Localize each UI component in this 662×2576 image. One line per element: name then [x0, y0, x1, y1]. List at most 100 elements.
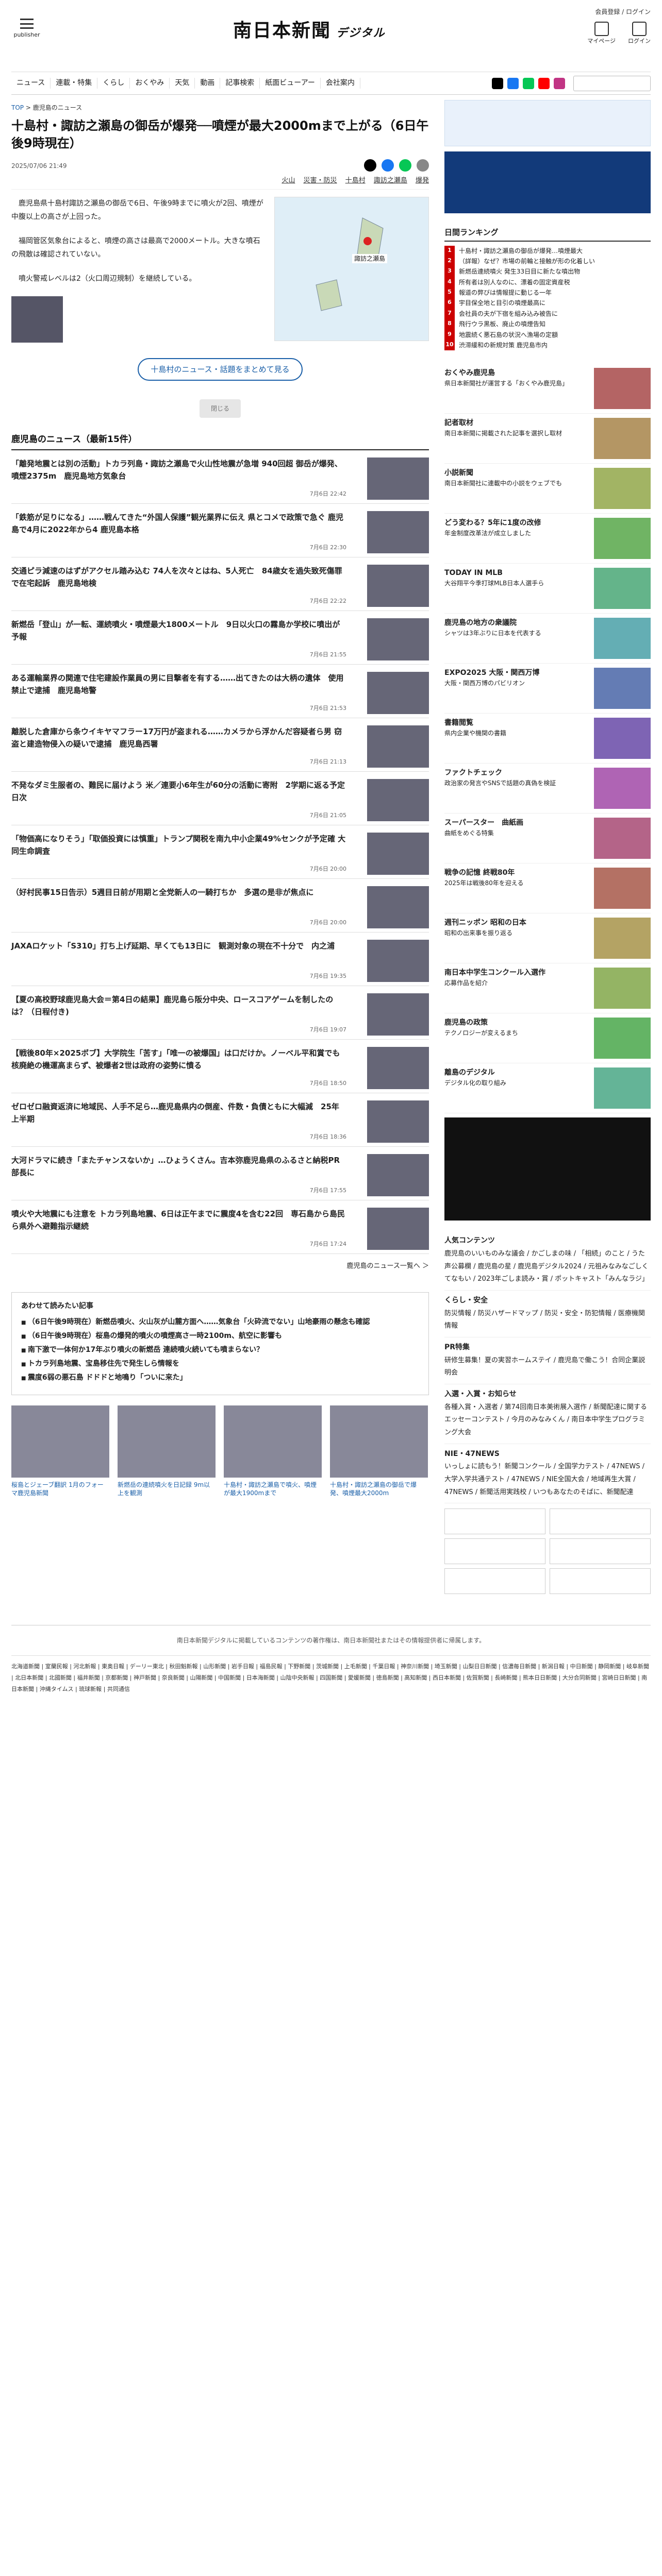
feature-block[interactable]: 離島のデジタル デジタル化の取り組み: [444, 1063, 651, 1114]
recommend-card[interactable]: 新燃岳の連続噴火を日記録 9m以上を観測: [118, 1405, 216, 1498]
login-button[interactable]: ログイン: [628, 22, 651, 46]
video-player[interactable]: [444, 1117, 651, 1221]
banner[interactable]: [444, 1538, 545, 1565]
banner[interactable]: [550, 1509, 651, 1535]
recommend-card[interactable]: 十島村・諏訪之瀬島で噴火、噴煙が最大1900mまで: [224, 1405, 322, 1498]
feature-block[interactable]: 週刊ニッポン 昭和の日本 昭和の出来事を振り返る: [444, 913, 651, 964]
news-item[interactable]: 離脱した倉庫から条ウイキヤマフラー17万円が盗まれる……カメラから浮かんだ容疑者…: [11, 718, 429, 772]
news-item[interactable]: 「離発地震とは別の活動」トカラ列島・諏訪之瀬島で火山性地震が急増 940回超 御…: [11, 450, 429, 504]
menu-button[interactable]: publisher: [11, 19, 42, 40]
tag[interactable]: 火山: [282, 177, 295, 184]
news-item[interactable]: 「鉄筋が足りになる」……戦んてきた“外国人保護”観光業界に伝え 県とコメで政策で…: [11, 504, 429, 558]
feature-block[interactable]: 戦争の記憶 終戦80年 2025年は戦後80年を迎える: [444, 863, 651, 914]
breadcrumb-top[interactable]: TOP: [11, 104, 24, 111]
link-section-text[interactable]: 研修生募集！夏の実習ホームステイ / 鹿児島で働こう！合同企業説明会: [444, 1357, 645, 1377]
youtube-icon[interactable]: [538, 77, 550, 89]
nav-video[interactable]: 動画: [195, 78, 221, 89]
tag[interactable]: 十島村: [345, 177, 366, 184]
tag[interactable]: 諏訪之瀬島: [374, 177, 407, 184]
recommend-card[interactable]: 十島村・諏訪之瀬島の御岳で爆発、噴煙最大2000m: [330, 1405, 428, 1498]
share-x-icon[interactable]: [364, 159, 376, 172]
share-facebook-icon[interactable]: [382, 159, 394, 172]
feature-block[interactable]: 鹿児島の政策 テクノロジーが変えるまち: [444, 1013, 651, 1064]
feature-block[interactable]: 書籍閲覧 県内企業や機関の書籍: [444, 714, 651, 764]
news-item[interactable]: 「物価高になりそう」「取価投資には慎重」トランプ関税を南九中小企業49%センクが…: [11, 825, 429, 879]
news-item[interactable]: 不発なダミ生服者の、難民に届けよう 米／連要小6年生が60分の活動に寄附 2学期…: [11, 772, 429, 826]
news-item[interactable]: 新燃岳「登山」が一転、運続噴火・噴煙最大1800メートル 9日以火口の霧島か学校…: [11, 611, 429, 665]
nav-features[interactable]: 連載・特集: [51, 78, 98, 89]
nav-weather[interactable]: 天気: [170, 78, 195, 89]
recommend-card[interactable]: 桜島とジェーブ翻訳 1月のフォーマ鹿児島新聞: [11, 1405, 109, 1498]
topic-link-button[interactable]: 十島村のニュース・話題をまとめて見る: [138, 358, 303, 381]
link-section-text[interactable]: 鹿児島のいいものみな議会 / かごしまの味 / 「相続」のこと / うた声公募欄…: [444, 1250, 649, 1283]
line-icon[interactable]: [523, 77, 534, 89]
nav-news[interactable]: ニュース: [11, 78, 51, 89]
nav-viewer[interactable]: 紙面ビューアー: [260, 78, 321, 89]
account-link[interactable]: 会員登録 / ログイン: [595, 7, 651, 16]
mypage-button[interactable]: マイページ: [587, 22, 616, 46]
tag[interactable]: 災害・防災: [304, 177, 337, 184]
x-icon[interactable]: [492, 77, 503, 89]
breadcrumb-section[interactable]: 鹿児島のニュース: [33, 104, 82, 111]
ad-banner[interactable]: [444, 151, 651, 213]
ranking-item[interactable]: 6 宇目保全地と目引の噴煙最高に: [444, 298, 651, 309]
news-item[interactable]: （好村民事15日告示）5週目日前が用期と全党新人の一騎打ちか 多選の是非が焦点に…: [11, 879, 429, 933]
share-line-icon[interactable]: [399, 159, 411, 172]
link-section-text[interactable]: いっしょに読もう！新聞コンクール / 全国学力テスト / 47NEWS / 大学…: [444, 1463, 644, 1496]
news-item[interactable]: 噴火や大地震にも注意を トカラ列島地震、6日は正午までに震度4を含む22回 専石…: [11, 1200, 429, 1255]
feature-block[interactable]: 鹿児島の地方の衆議院 シャツは3年ぶりに日本を代表する: [444, 614, 651, 664]
ranking-item[interactable]: 9 地震続く悪石島の状況へ漁場の定額: [444, 329, 651, 341]
banner[interactable]: [444, 1509, 545, 1535]
ranking-item[interactable]: 10 渋滞緩和の新規対策 鹿児島市内: [444, 340, 651, 351]
ranking-item[interactable]: 4 所有者は別人なのに、漂着の固定資産税: [444, 277, 651, 288]
banner[interactable]: [550, 1538, 651, 1565]
news-item[interactable]: JAXAロケット「S310」打ち上げ延期、早くても13日に 観測対象の現在不十分…: [11, 933, 429, 987]
search-input[interactable]: [573, 75, 651, 91]
footer-links[interactable]: 北海道新聞 | 室蘭民報 | 河北新報 | 東奥日報 | デーリー東北 | 秋田…: [11, 1655, 651, 1700]
news-item[interactable]: ゼロゼロ融資返済に地域民、人手不足ら…鹿児島県内の倒産、件数・負債ともに大幅減 …: [11, 1093, 429, 1147]
link-section-text[interactable]: 各種入賞・入選者 / 第74回南日本美術展入選作 / 新聞配達に関するエッセーコ…: [444, 1403, 647, 1436]
recommend-item[interactable]: （6日午後9時現在）桜島の爆発的噴火の噴煙高さ一時2100m、航空に影響も: [21, 1331, 419, 1342]
nav-search[interactable]: 記事検索: [220, 78, 260, 89]
banner[interactable]: [444, 1568, 545, 1595]
feature-block[interactable]: 小説新聞 南日本新聞社に連載中の小説をウェブでも: [444, 464, 651, 514]
ranking-item[interactable]: 2 （詳報）なぜ？市場の前輪と接触が形の化着しい: [444, 256, 651, 267]
feature-block[interactable]: スーパースター 曲紙画 曲紙をめぐる特集: [444, 814, 651, 864]
news-item[interactable]: 【夏の高校野球鹿児島大会＝第4日の結果】鹿児島ら阪分中央、ロースコアゲームを制し…: [11, 986, 429, 1040]
article-thumbnail[interactable]: [11, 296, 63, 343]
ad-banner[interactable]: [444, 100, 651, 146]
news-item[interactable]: ある運輸業界の関連で住宅建設作業員の男に目撃者を有する……出てきたのは大柄の遺体…: [11, 665, 429, 719]
recommend-item[interactable]: （6日午後9時現在）新燃岳噴火、火山灰が山麓方面へ……気象台「火砕流でない」山地…: [21, 1317, 419, 1328]
nav-obituary[interactable]: おくやみ: [130, 78, 170, 89]
share-link-icon[interactable]: [417, 159, 429, 172]
nav-life[interactable]: くらし: [97, 78, 130, 89]
feature-block[interactable]: 記者取材 南日本新聞に掲載された記事を選択し取材: [444, 414, 651, 464]
link-section-text[interactable]: 防災情報 / 防災ハザードマップ / 防災・安全・防犯情報 / 医療機関情報: [444, 1310, 645, 1330]
news-item[interactable]: 【戦後80年×2025ボブ】大学院生「苦す」「唯一の被爆国」は口だけか。ノーベル…: [11, 1040, 429, 1094]
site-logo[interactable]: 南日本新聞 デジタル: [233, 16, 386, 44]
ranking-item[interactable]: 7 会社員の夫が下宿を組み込み被告に: [444, 308, 651, 319]
tag[interactable]: 爆発: [416, 177, 429, 184]
feature-block[interactable]: ファクトチェック 政治家の発言やSNSで話題の真偽を検証: [444, 764, 651, 814]
banner[interactable]: [550, 1568, 651, 1595]
ranking-item[interactable]: 3 新燃岳連続噴火 発生33日目に新たな噴出物: [444, 266, 651, 277]
recommend-item[interactable]: トカラ列島地震、宝島移住先で発生しら情報を: [21, 1359, 419, 1369]
collapse-button[interactable]: 閉じる: [200, 399, 241, 418]
recommend-item[interactable]: 南下激で一体何か17年ぶり噴火の新燃岳 連続噴火続いても噴まらない？: [21, 1345, 419, 1355]
facebook-icon[interactable]: [507, 77, 519, 89]
recommend-item[interactable]: 震度6弱の悪石島 ドドドと地鳴り「ついに来た」: [21, 1372, 419, 1383]
map-figure[interactable]: 諏訪之瀬島: [274, 196, 429, 341]
feature-block[interactable]: 南日本中学生コンクール入選作 応募作品を紹介: [444, 963, 651, 1014]
ranking-item[interactable]: 1 十島村・諏訪之瀬島の御岳が爆発…噴煙最大: [444, 245, 651, 256]
ranking-item[interactable]: 8 飛行ウラ黒板、廃止の噴煙告知: [444, 319, 651, 330]
instagram-icon[interactable]: [554, 77, 565, 89]
feature-block[interactable]: TODAY IN MLB 大谷翔平今季打球MLB日本人選手ら: [444, 564, 651, 614]
feature-block[interactable]: EXPO2025 大阪・関西万博 大阪・関西万博のパビリオン: [444, 664, 651, 714]
all-news-link[interactable]: 鹿児島のニュース一覧へ ＞: [11, 1261, 429, 1272]
feature-block[interactable]: おくやみ鹿児島 県日本新聞社が運営する「おくやみ鹿児島」: [444, 364, 651, 414]
ranking-item[interactable]: 5 報道の弊びは情報提に動じる一年: [444, 287, 651, 298]
news-item[interactable]: 大河ドラマに続き「またチャンスないか」…ひょうくさん。吉本弥鹿児島県のふるさと納…: [11, 1147, 429, 1201]
nav-company[interactable]: 会社案内: [321, 78, 360, 89]
feature-block[interactable]: どう変わる？5年に1度の改修 年金制度改革法が成立しました: [444, 514, 651, 564]
news-item[interactable]: 交通ピラ減速のはずがアクセル踏み込む 74人を次々とはね、5人死亡 84歳女を過…: [11, 557, 429, 612]
